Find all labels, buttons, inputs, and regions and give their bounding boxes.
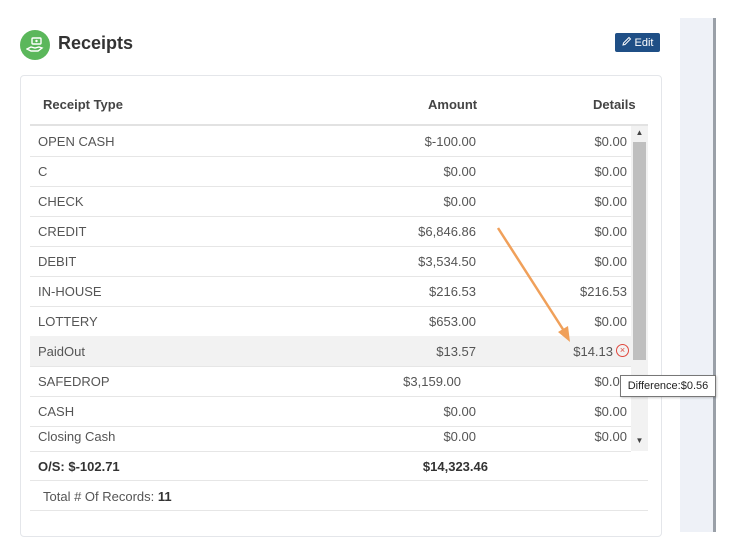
annotation-arrow <box>496 227 570 342</box>
difference-tooltip: Difference:$0.56 <box>620 375 716 397</box>
